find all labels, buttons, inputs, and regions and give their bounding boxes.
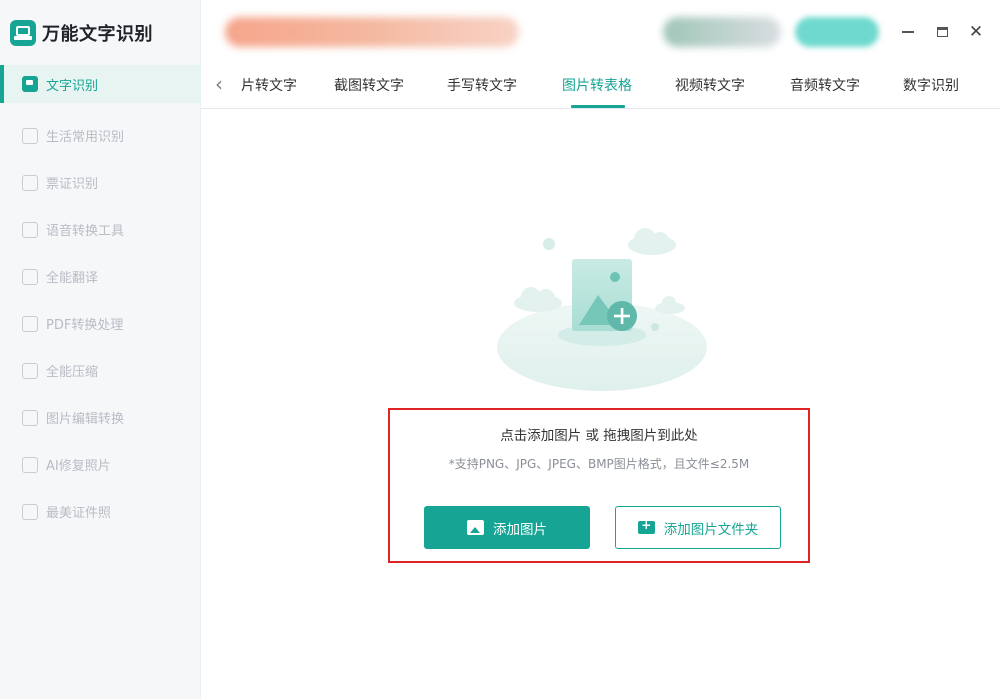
sidebar-item-daily-recognition[interactable]: 生活常用识别 — [0, 112, 201, 159]
sidebar: 万能文字识别 文字识别 生活常用识别 票证识别 语音转换工具 全能翻译 PDF转… — [0, 0, 201, 699]
image-icon — [467, 520, 484, 535]
user-account[interactable] — [663, 17, 781, 47]
add-folder-label: 添加图片文件夹 — [663, 521, 759, 538]
sidebar-item-label: PDF转换处理 — [46, 318, 124, 333]
sidebar-item-label: 全能压缩 — [46, 365, 99, 380]
tab-handwriting-to-text[interactable]: 手写转文字 — [447, 75, 517, 95]
tab-audio-to-text[interactable]: 音频转文字 — [790, 75, 860, 95]
tab-image-to-table[interactable]: 图片转表格 — [562, 75, 632, 95]
sidebar-item-label: AI修复照片 — [46, 459, 111, 474]
add-image-button[interactable]: 添加图片 — [424, 506, 590, 549]
sidebar-item-label: 生活常用识别 — [46, 130, 125, 145]
folder-add-icon — [637, 518, 655, 534]
sidebar-item-voice[interactable]: 语音转换工具 — [0, 206, 201, 253]
sidebar-item-label: 票证识别 — [46, 177, 99, 192]
sidebar-item-pdf[interactable]: PDF转换处理 — [0, 300, 201, 347]
sidebar-item-ticket[interactable]: 票证识别 — [0, 159, 201, 206]
upload-dropzone[interactable]: 点击添加图片 或 拖拽图片到此处 *支持PNG、JPG、JPEG、BMP图片格式… — [388, 408, 810, 563]
maximize-icon[interactable] — [932, 22, 952, 42]
tab-bar: ‹ 片转文字 截图转文字 手写转文字 图片转表格 视频转文字 音频转文字 数字识… — [201, 64, 1000, 109]
close-icon[interactable]: ✕ — [966, 22, 986, 42]
chevron-left-icon[interactable]: ‹ — [215, 73, 235, 97]
add-image-label: 添加图片 — [493, 521, 547, 538]
vip-button[interactable] — [795, 17, 879, 47]
sidebar-item-ocr[interactable]: 文字识别 — [0, 65, 201, 103]
sidebar-item-compress[interactable]: 全能压缩 — [0, 347, 201, 394]
sidebar-item-image-edit[interactable]: 图片编辑转换 — [0, 394, 201, 441]
image-edit-icon — [22, 409, 38, 426]
upload-illustration — [497, 228, 707, 391]
sidebar-item-id-photo[interactable]: 最美证件照 — [0, 488, 201, 535]
app-title: 万能文字识别 — [42, 24, 153, 45]
dropzone-format-hint: *支持PNG、JPG、JPEG、BMP图片格式，且文件≤2.5M — [448, 457, 750, 471]
add-image-folder-button[interactable]: 添加图片文件夹 — [615, 506, 781, 549]
ocr-icon — [22, 76, 38, 92]
brand: 万能文字识别 — [10, 18, 153, 48]
top-header: ✕ — [201, 0, 1000, 64]
id-photo-icon — [22, 503, 38, 520]
tab-image-to-text[interactable]: 片转文字 — [241, 75, 297, 95]
sidebar-nav: 文字识别 生活常用识别 票证识别 语音转换工具 全能翻译 PDF转换处理 全能压… — [0, 65, 201, 535]
promo-banner[interactable] — [225, 17, 519, 47]
dropzone-title: 点击添加图片 或 拖拽图片到此处 — [500, 428, 698, 444]
sidebar-item-translate[interactable]: 全能翻译 — [0, 253, 201, 300]
sidebar-item-label: 最美证件照 — [46, 506, 112, 521]
voice-icon — [22, 221, 38, 238]
compress-icon — [22, 362, 38, 379]
sidebar-item-label: 语音转换工具 — [46, 224, 125, 239]
app-logo-icon — [10, 20, 36, 46]
sidebar-item-label: 全能翻译 — [46, 271, 99, 286]
minimize-icon[interactable] — [898, 22, 918, 42]
tab-screenshot-to-text[interactable]: 截图转文字 — [334, 75, 404, 95]
ticket-icon — [22, 174, 38, 191]
ai-photo-icon — [22, 456, 38, 473]
scan-icon — [22, 127, 38, 144]
tab-number-recognition[interactable]: 数字识别 — [903, 75, 959, 95]
translate-icon — [22, 268, 38, 285]
tab-video-to-text[interactable]: 视频转文字 — [675, 75, 745, 95]
active-tab-indicator — [571, 105, 625, 108]
sidebar-item-label: 图片编辑转换 — [46, 412, 125, 427]
sidebar-item-ai-photo[interactable]: AI修复照片 — [0, 441, 201, 488]
sidebar-item-label: 文字识别 — [46, 78, 99, 94]
pdf-icon — [22, 315, 38, 332]
